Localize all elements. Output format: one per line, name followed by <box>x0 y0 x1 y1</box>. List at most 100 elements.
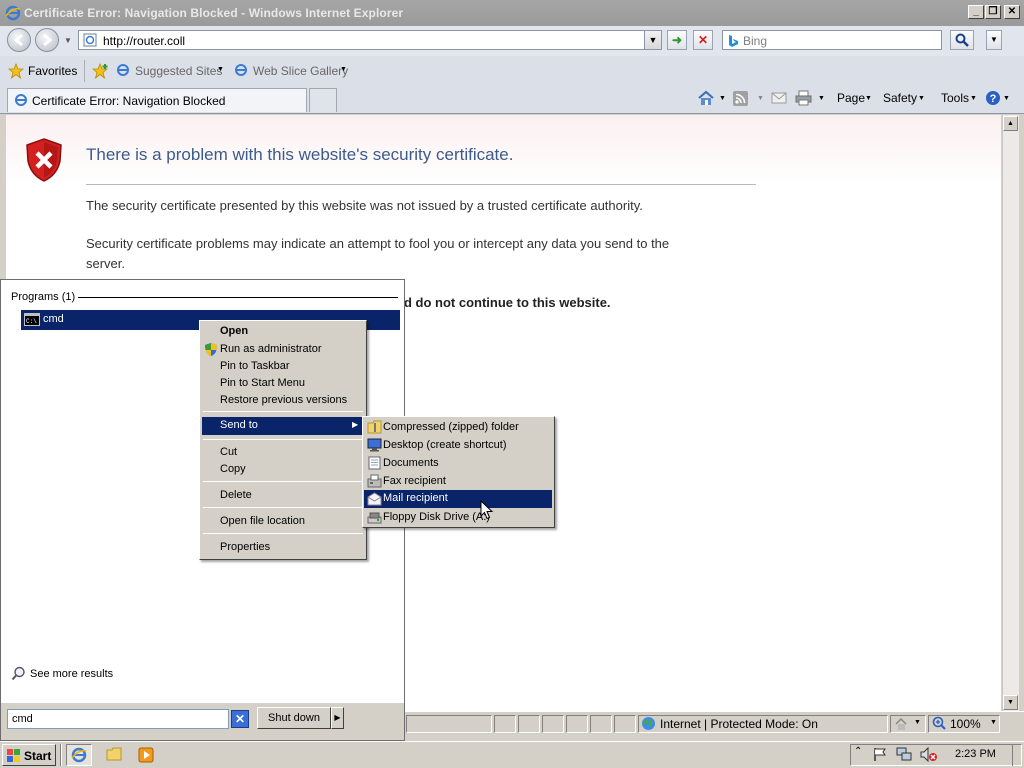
web-slice-icon <box>234 63 248 77</box>
menu-item-run-as-administrator[interactable]: Run as administrator <box>220 343 322 355</box>
suggested-sites-dropdown-icon[interactable]: ▼ <box>217 66 224 73</box>
feeds-dropdown-icon[interactable]: ▼ <box>757 95 764 102</box>
start-search-input[interactable]: cmd <box>7 709 229 729</box>
back-button[interactable] <box>7 28 31 52</box>
status-cell <box>590 715 612 733</box>
start-search-value: cmd <box>12 713 33 725</box>
send-to-documents[interactable]: Documents <box>383 457 439 469</box>
menu-item-delete[interactable]: Delete <box>220 489 252 501</box>
help-icon[interactable]: ? <box>985 90 1001 106</box>
zoom-icon <box>932 716 947 731</box>
svg-text:?: ? <box>990 93 997 105</box>
page-menu[interactable]: Page <box>837 91 865 105</box>
web-slice-gallery-link[interactable]: Web Slice Gallery <box>253 64 348 78</box>
status-cell <box>406 715 492 733</box>
clock[interactable]: 2:23 PM <box>955 748 996 760</box>
stop-button[interactable]: ✕ <box>693 30 713 50</box>
send-to-desktop[interactable]: Desktop (create shortcut) <box>383 439 507 451</box>
address-dropdown-button[interactable]: ▼ <box>644 30 662 50</box>
home-dropdown-icon[interactable]: ▼ <box>719 95 726 102</box>
menu-item-open-file-location[interactable]: Open file location <box>220 515 305 527</box>
scroll-up-button[interactable]: ▲ <box>1003 116 1018 131</box>
search-options-button[interactable]: ▼ <box>986 30 1002 50</box>
go-button[interactable]: ➜ <box>667 30 687 50</box>
clear-search-button[interactable]: ✕ <box>231 710 249 728</box>
scroll-down-button[interactable]: ▼ <box>1003 695 1018 710</box>
zone-dropdown-icon[interactable]: ▼ <box>914 719 921 726</box>
forward-arrow-icon <box>43 33 53 47</box>
status-cell <box>542 715 564 733</box>
documents-icon <box>367 456 382 470</box>
minimize-button[interactable]: _ <box>968 5 984 19</box>
shut-down-button[interactable]: Shut down <box>257 707 331 729</box>
lock-settings-icon[interactable] <box>894 716 910 731</box>
show-desktop-button[interactable] <box>1012 744 1022 766</box>
tab-ie-icon <box>14 93 28 107</box>
menu-item-properties[interactable]: Properties <box>220 541 270 553</box>
print-icon[interactable] <box>795 90 812 106</box>
windows-logo-icon <box>6 748 22 763</box>
new-tab-button[interactable] <box>309 88 337 112</box>
menu-item-pin-to-start-menu[interactable]: Pin to Start Menu <box>220 377 305 389</box>
tab-title: Certificate Error: Navigation Blocked <box>32 94 226 108</box>
taskbar-media-button[interactable] <box>134 744 160 766</box>
title-bar: Certificate Error: Navigation Blocked - … <box>0 0 1024 26</box>
zoom-dropdown-icon[interactable]: ▼ <box>990 719 997 726</box>
web-slice-dropdown-icon[interactable]: ▼ <box>340 66 347 73</box>
menu-item-open[interactable]: Open <box>220 325 248 337</box>
certificate-message: The security certificate presented by th… <box>86 198 643 213</box>
help-dropdown-icon[interactable]: ▼ <box>1003 95 1010 102</box>
menu-separator <box>203 411 363 412</box>
menu-separator <box>203 507 363 508</box>
add-favorites-icon[interactable] <box>92 63 110 79</box>
security-warning-line2: server. <box>86 256 126 271</box>
recent-pages-dropdown-icon[interactable]: ▼ <box>64 36 72 45</box>
send-to-fax-recipient[interactable]: Fax recipient <box>383 475 446 487</box>
favorites-button[interactable]: Favorites <box>28 64 77 78</box>
action-center-flag-icon[interactable] <box>873 747 887 762</box>
mouse-cursor-icon <box>480 500 494 520</box>
tab-certificate-error[interactable]: Certificate Error: Navigation Blocked <box>7 88 307 112</box>
mail-recipient-label: Mail recipient <box>383 492 448 504</box>
taskbar-explorer-button[interactable] <box>102 744 128 766</box>
see-more-results-link[interactable]: See more results <box>30 668 113 680</box>
taskbar-ie-button[interactable] <box>66 744 92 766</box>
send-to-floppy-disk-drive[interactable]: Floppy Disk Drive (A:) <box>383 511 490 523</box>
menu-item-send-to[interactable]: Send to ▶ <box>202 417 364 435</box>
suggested-sites-link[interactable]: Suggested Sites <box>135 64 222 78</box>
status-cell <box>518 715 540 733</box>
menu-item-restore-previous-versions[interactable]: Restore previous versions <box>220 394 347 406</box>
safety-dropdown-icon[interactable]: ▼ <box>918 95 925 102</box>
submenu-arrow-icon: ▶ <box>352 420 359 429</box>
search-button[interactable] <box>950 30 974 50</box>
read-mail-icon[interactable] <box>771 91 787 105</box>
tools-menu[interactable]: Tools <box>941 91 969 105</box>
maximize-button[interactable]: ❐ <box>985 5 1001 19</box>
status-cell <box>614 715 636 733</box>
start-button[interactable]: Start <box>2 744 56 766</box>
shutdown-options-button[interactable]: ▶ <box>331 707 344 729</box>
print-dropdown-icon[interactable]: ▼ <box>818 95 825 102</box>
close-button[interactable]: ✕ <box>1004 5 1020 19</box>
send-to-mail-recipient[interactable]: Mail recipient <box>364 490 552 508</box>
page-dropdown-icon[interactable]: ▼ <box>865 95 872 102</box>
home-icon[interactable] <box>697 90 715 106</box>
show-hidden-icons-icon[interactable]: ⌃ <box>854 746 862 757</box>
favorites-star-icon[interactable] <box>8 63 24 79</box>
menu-item-cut[interactable]: Cut <box>220 446 237 458</box>
address-bar[interactable]: http://router.coll <box>78 30 662 50</box>
network-icon[interactable] <box>896 747 912 762</box>
search-box[interactable]: Bing <box>722 30 942 50</box>
tools-dropdown-icon[interactable]: ▼ <box>970 95 977 102</box>
forward-button[interactable] <box>35 28 59 52</box>
vertical-scrollbar[interactable] <box>1002 115 1019 711</box>
send-to-compressed-folder[interactable]: Compressed (zipped) folder <box>383 421 519 433</box>
menu-separator <box>203 481 363 482</box>
address-url: http://router.coll <box>103 34 186 48</box>
volume-muted-icon[interactable] <box>920 747 938 762</box>
menu-item-pin-to-taskbar[interactable]: Pin to Taskbar <box>220 360 290 372</box>
safety-menu[interactable]: Safety <box>883 91 917 105</box>
zoom-level: 100% <box>950 717 981 731</box>
menu-item-copy[interactable]: Copy <box>220 463 246 475</box>
feeds-icon[interactable] <box>733 91 748 106</box>
